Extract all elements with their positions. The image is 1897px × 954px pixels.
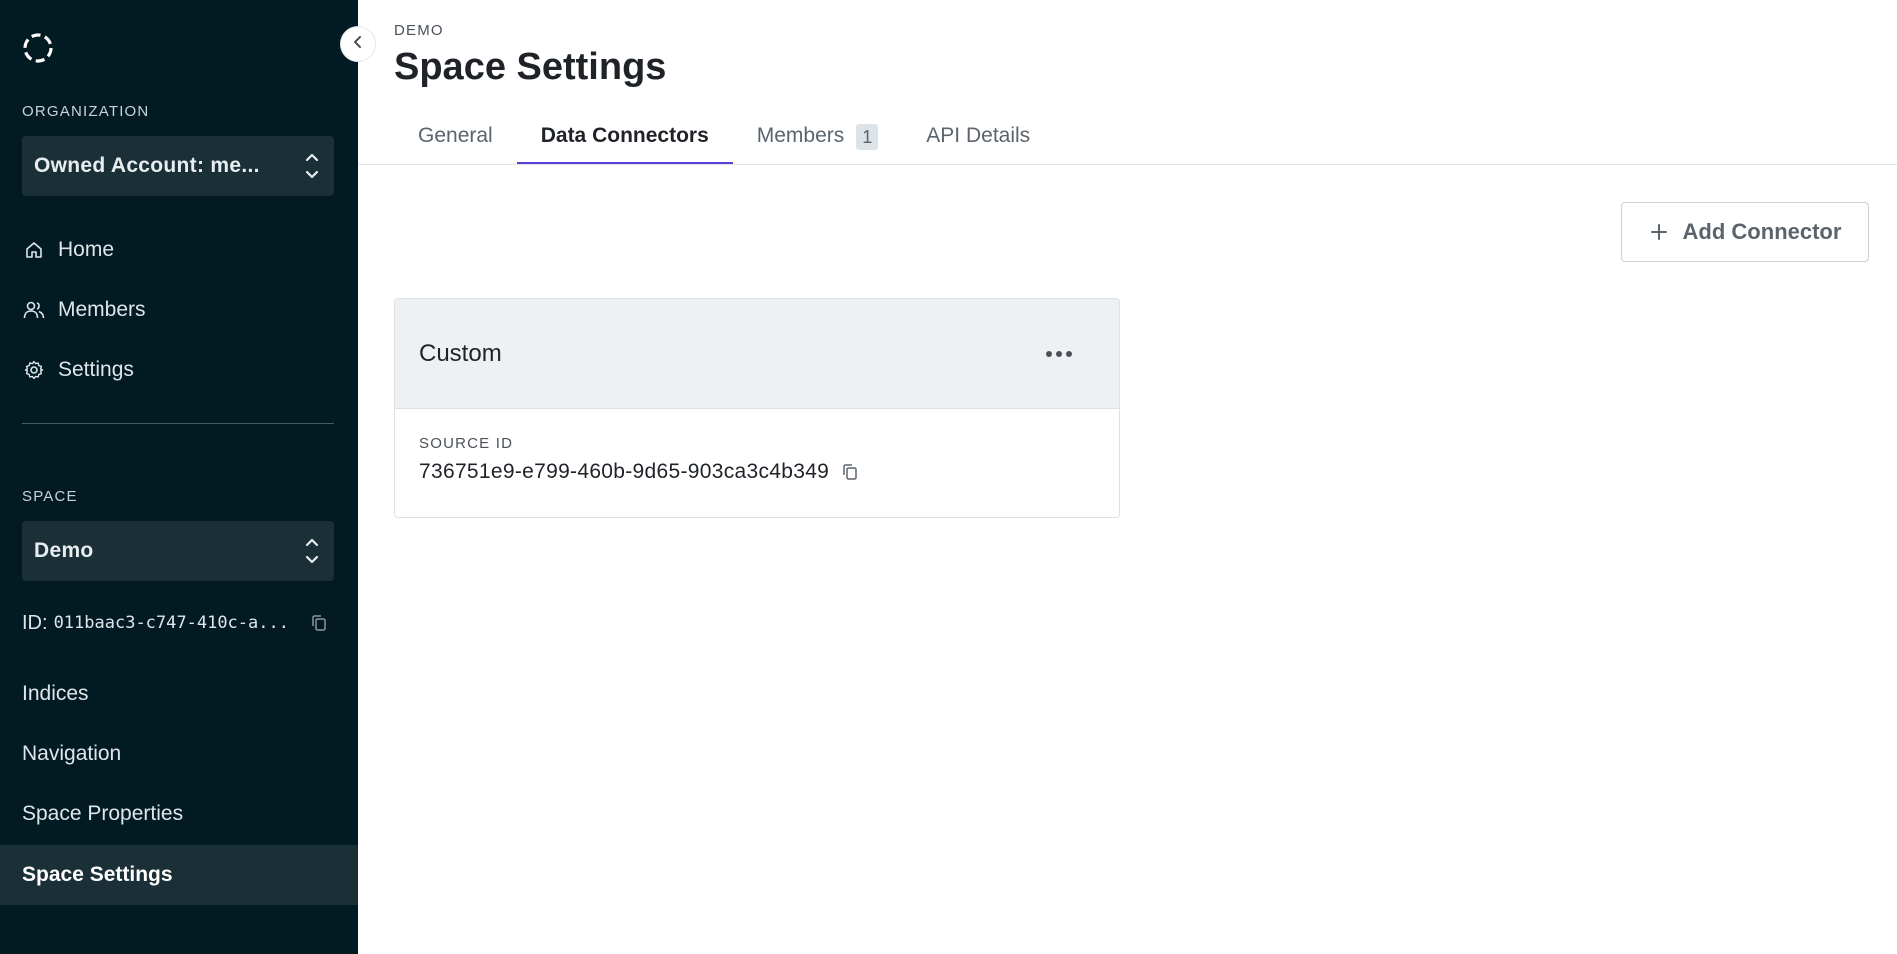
copy-icon[interactable] [839,461,861,483]
home-icon [22,238,46,262]
space-select[interactable]: Demo [22,521,334,581]
sidebar-link-navigation[interactable]: Navigation [22,742,121,766]
space-select-value: Demo [34,539,94,562]
sidebar-link-indices[interactable]: Indices [22,682,89,706]
chevron-left-icon [352,35,364,54]
logo-icon[interactable] [20,30,56,66]
sidebar-link-space-settings[interactable]: Space Settings [0,845,358,905]
sidebar-item-label: Home [58,238,115,261]
more-options-icon[interactable] [1039,334,1079,374]
tab-label: Members [756,124,845,147]
add-connector-button[interactable]: Add Connector [1621,202,1869,262]
space-label: SPACE [22,488,78,505]
plus-icon [1649,222,1669,242]
tab-label: Data Connectors [540,124,709,147]
tab-bar: General Data Connectors Members 1 API De… [394,112,1054,165]
sidebar-item-members[interactable]: Members [22,292,146,328]
breadcrumb[interactable]: DEMO [394,22,444,39]
source-id-label: SOURCE ID [419,435,514,452]
members-count-badge: 1 [856,124,879,150]
sidebar-item-settings[interactable]: Settings [22,352,134,388]
sidebar-item-label: Members [58,298,146,321]
sidebar-item-label: Settings [58,358,134,381]
chevron-up-down-icon [302,534,322,568]
connector-name: Custom [419,339,502,367]
tab-members[interactable]: Members 1 [733,112,903,164]
tab-bar-divider [358,164,1897,165]
gear-icon [22,358,46,382]
organization-select-value: Owned Account: me... [34,154,260,177]
connector-card-header: Custom [395,299,1119,409]
chevron-up-down-icon [302,149,322,183]
tab-data-connectors[interactable]: Data Connectors [516,112,733,165]
collapse-sidebar-button[interactable] [340,26,376,62]
connector-card: Custom SOURCE ID 736751e9-e799-460b-9d65… [394,298,1120,518]
connector-card-body: SOURCE ID 736751e9-e799-460b-9d65-903ca3… [395,409,1119,484]
tab-general[interactable]: General [394,112,517,164]
page-title: Space Settings [394,46,667,88]
space-id: ID: 011baac3-c747-410c-a... [22,610,330,636]
copy-icon[interactable] [308,612,330,634]
source-id-row: 736751e9-e799-460b-9d65-903ca3c4b349 [419,460,1095,484]
sidebar-divider [22,423,334,424]
sidebar-link-space-properties[interactable]: Space Properties [22,802,183,826]
tab-api-details[interactable]: API Details [902,112,1054,164]
source-id-value: 736751e9-e799-460b-9d65-903ca3c4b349 [419,460,830,483]
tab-label: API Details [926,124,1031,147]
space-id-value: 011baac3-c747-410c-a... [53,613,289,633]
add-connector-label: Add Connector [1682,219,1842,244]
main-content: DEMO Space Settings General Data Connect… [358,0,1897,954]
tab-label: General [418,124,493,147]
organization-label: ORGANIZATION [22,103,150,120]
users-icon [22,298,46,322]
organization-select[interactable]: Owned Account: me... [22,136,334,196]
space-id-prefix: ID: [22,611,48,634]
sidebar: ORGANIZATION Owned Account: me... Home M… [0,0,358,954]
sidebar-item-home[interactable]: Home [22,232,114,268]
